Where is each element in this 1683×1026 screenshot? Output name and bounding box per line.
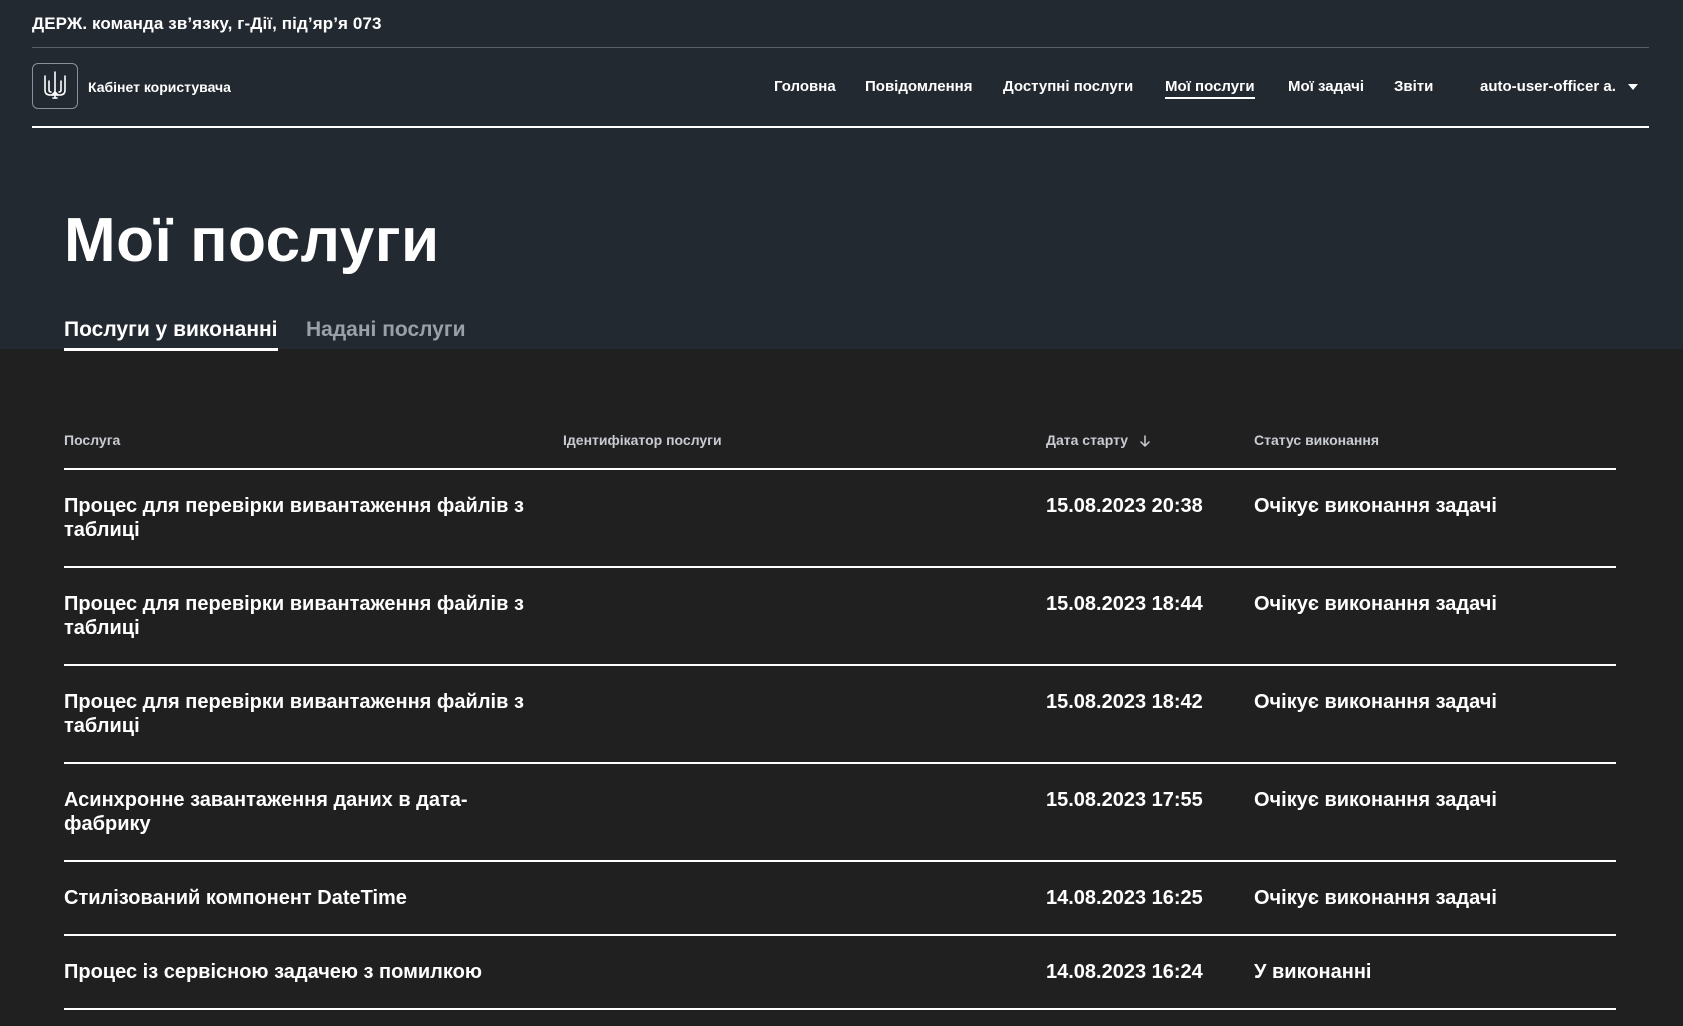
execution-status: Очікує виконання задачі [1254, 691, 1497, 713]
column-header-identifier: Ідентифікатор послуги [563, 432, 722, 448]
nav-reports[interactable]: Звіти [1394, 78, 1433, 96]
services-table: Послуга Ідентифікатор послуги Дата старт… [64, 420, 1616, 1010]
start-date: 14.08.2023 16:24 [1046, 961, 1203, 983]
page-title: Мої послуги [64, 206, 440, 275]
nav-my-services[interactable]: Мої послуги [1165, 78, 1255, 99]
page: ДЕРЖ. команда зв’язку, г-Дії, під’яр’я 0… [0, 0, 1683, 1026]
user-name: auto-user-officer a. [1480, 78, 1616, 95]
execution-status: Очікує виконання задачі [1254, 593, 1497, 615]
table-row[interactable]: Асинхронне завантаження даних в дата-фаб… [64, 764, 1616, 862]
cabinet-title: Кабінет користувача [88, 79, 231, 95]
tab-services-in-progress[interactable]: Послуги у виконанні [64, 318, 278, 351]
table-row[interactable]: Процес для перевірки вивантаження файлів… [64, 568, 1616, 666]
trident-icon [44, 71, 66, 99]
service-name: Процес для перевірки вивантаження файлів… [64, 691, 524, 737]
execution-status: Очікує виконання задачі [1254, 495, 1497, 517]
column-header-service: Послуга [64, 432, 121, 448]
execution-status: Очікує виконання задачі [1254, 789, 1497, 811]
start-date: 14.08.2023 16:25 [1046, 887, 1203, 909]
service-name: Процес для перевірки вивантаження файлів… [64, 593, 524, 639]
service-name: Асинхронне завантаження даних в дата-фаб… [64, 789, 468, 835]
start-date: 15.08.2023 18:42 [1046, 691, 1203, 713]
organization-bar: ДЕРЖ. команда зв’язку, г-Дії, під’яр’я 0… [32, 0, 1649, 48]
service-name: Процес із сервісною задачею з помилкою [64, 961, 482, 983]
table-header: Послуга Ідентифікатор послуги Дата старт… [64, 420, 1616, 470]
table-row[interactable]: Процес із сервісною задачею з помилкою 1… [64, 936, 1616, 1010]
organization-name: ДЕРЖ. команда зв’язку, г-Дії, під’яр’я 0… [32, 14, 382, 33]
table-row[interactable]: Стилізований компонент DateTime 14.08.20… [64, 862, 1616, 936]
start-date: 15.08.2023 20:38 [1046, 495, 1203, 517]
header-area: ДЕРЖ. команда зв’язку, г-Дії, під’яр’я 0… [0, 0, 1683, 351]
column-header-status: Статус виконання [1254, 432, 1379, 448]
column-header-start-date-label: Дата старту [1046, 432, 1129, 448]
tab-provided-services[interactable]: Надані послуги [306, 318, 466, 348]
main-header: Кабінет користувача Головна Повідомлення… [32, 48, 1649, 128]
table-row[interactable]: Процес для перевірки вивантаження файлів… [64, 666, 1616, 764]
service-name: Процес для перевірки вивантаження файлів… [64, 495, 524, 541]
logo[interactable] [32, 63, 78, 109]
service-name: Стилізований компонент DateTime [64, 887, 407, 909]
start-date: 15.08.2023 17:55 [1046, 789, 1203, 811]
nav-my-tasks[interactable]: Мої задачі [1288, 78, 1364, 96]
execution-status: У виконанні [1254, 961, 1372, 983]
column-header-start-date[interactable]: Дата старту [1046, 432, 1150, 449]
table-row[interactable]: Процес для перевірки вивантаження файлів… [64, 470, 1616, 568]
start-date: 15.08.2023 18:44 [1046, 593, 1203, 615]
nav-home[interactable]: Головна [774, 78, 836, 96]
caret-down-icon [1627, 84, 1638, 90]
nav-available-services[interactable]: Доступні послуги [1003, 78, 1133, 96]
execution-status: Очікує виконання задачі [1254, 887, 1497, 909]
user-menu[interactable]: auto-user-officer a. [1480, 78, 1638, 96]
arrow-down-icon [1140, 435, 1150, 448]
nav-messages[interactable]: Повідомлення [865, 78, 972, 96]
